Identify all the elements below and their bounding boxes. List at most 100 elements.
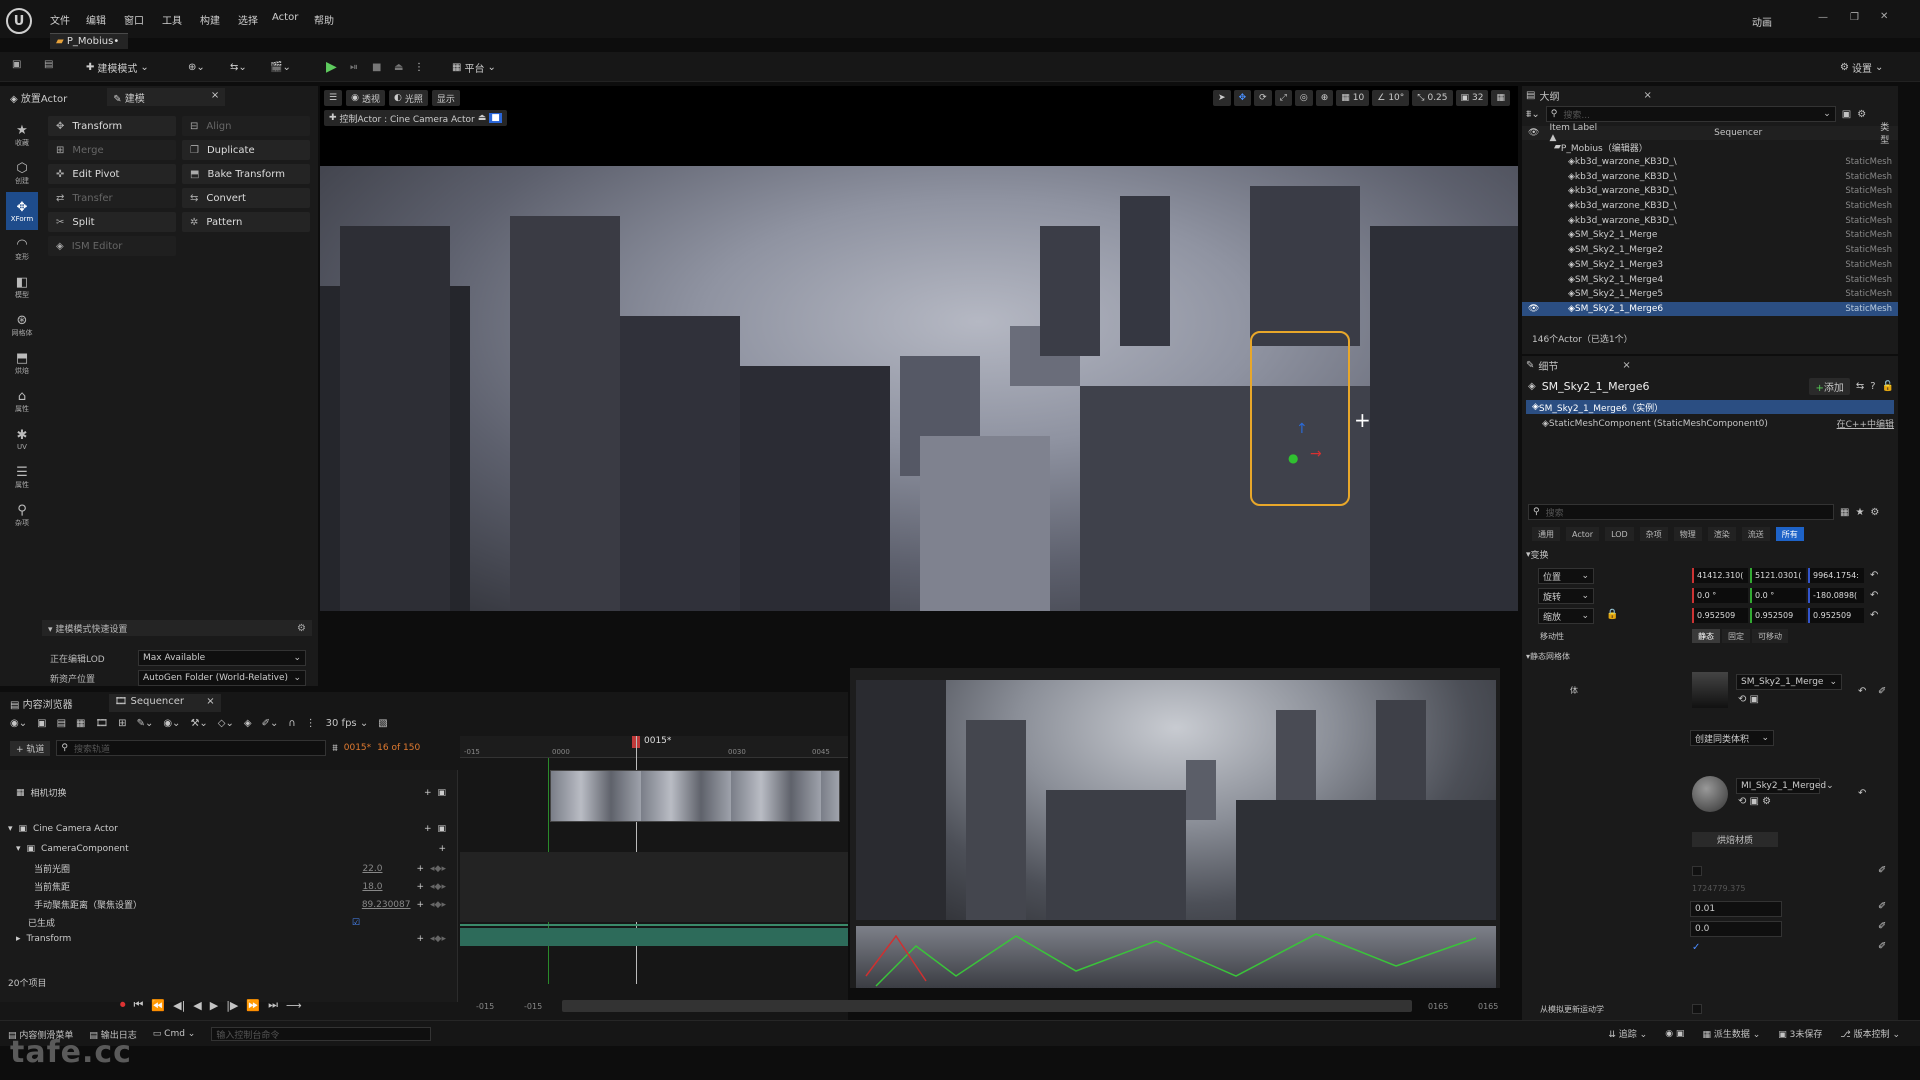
close-icon[interactable]: × bbox=[206, 696, 214, 707]
curve-icon[interactable]: ⊞ bbox=[118, 718, 126, 729]
blueprint-icon[interactable]: ⇆ bbox=[1856, 381, 1864, 392]
table-view-icon[interactable]: ▦ bbox=[1840, 507, 1849, 518]
lock-icon[interactable]: 🔒 bbox=[1606, 609, 1618, 620]
timeline-ruler[interactable]: -015 0000 0030 0045 0015* bbox=[460, 736, 848, 758]
gizmo-x-icon[interactable]: → bbox=[1310, 446, 1322, 462]
checkbox-checked-icon[interactable]: ✓ bbox=[1692, 942, 1700, 953]
stop-icon[interactable]: ■ bbox=[372, 58, 381, 76]
mode-model[interactable]: ◧ 模型 bbox=[6, 268, 38, 306]
scale-z-field[interactable]: 0.952509 bbox=[1808, 608, 1864, 623]
save-icon[interactable]: ▣ bbox=[12, 59, 21, 70]
table-row[interactable]: ◈ SM_Sky2_1_Merge3 StaticMesh bbox=[1522, 258, 1898, 273]
track-search-input[interactable]: ⚲ 搜索轨道 bbox=[56, 740, 327, 756]
film-icon[interactable]: 🎞 bbox=[95, 718, 108, 729]
transform-tool[interactable]: ✥ Transform bbox=[48, 116, 176, 136]
mobility-static[interactable]: 静态 bbox=[1692, 629, 1720, 643]
range-view-end[interactable]: 0165 bbox=[1428, 1002, 1448, 1011]
actor-name[interactable]: SM_Sky2_1_Merge6 bbox=[1542, 380, 1804, 393]
viewport-menu-icon[interactable]: ☰ bbox=[324, 90, 343, 106]
menu-actor[interactable]: Actor bbox=[272, 12, 298, 23]
animation-label[interactable]: 动画 bbox=[1752, 14, 1772, 29]
static-mesh-dropdown[interactable]: SM_Sky2_1_Merge ⌄ bbox=[1736, 674, 1842, 690]
scale-dropdown[interactable]: 缩放 ⌄ bbox=[1538, 608, 1594, 624]
numeric-field[interactable]: 0.01 bbox=[1690, 901, 1782, 917]
table-row[interactable]: ◈ SM_Sky2_1_Merge4 StaticMesh bbox=[1522, 272, 1898, 287]
numeric-field[interactable]: 0.0 bbox=[1690, 921, 1782, 937]
camera-speed[interactable]: ▣ 32 bbox=[1455, 90, 1489, 106]
magnet-icon[interactable]: ∩ bbox=[288, 718, 295, 729]
menu-file[interactable]: 文件 bbox=[50, 12, 70, 27]
unreal-logo-icon[interactable]: U bbox=[6, 8, 32, 34]
checkbox[interactable] bbox=[1692, 866, 1702, 876]
blueprint-icon[interactable]: ⇆⌄ bbox=[230, 58, 247, 76]
details-tab[interactable]: ✎ 细节 × bbox=[1526, 358, 1631, 373]
tab-modeling[interactable]: ✎ 建模 × bbox=[107, 88, 226, 106]
mobility-movable[interactable]: 可移动 bbox=[1752, 629, 1788, 643]
timeline-scrollbar[interactable] bbox=[562, 1000, 1412, 1012]
focus-distance-track[interactable]: 手动聚焦距离（聚焦设置） 89.230087 + ◂◆▸ bbox=[34, 898, 446, 912]
key-diamond-icon[interactable]: ◇⌄ bbox=[218, 718, 234, 729]
world-icon[interactable]: ◉⌄ bbox=[10, 718, 27, 729]
reset-icon[interactable]: ↶ bbox=[1858, 686, 1866, 697]
pin-icon[interactable]: ✐ bbox=[1878, 941, 1886, 952]
keyframe-nav-icon[interactable]: ◂◆▸ bbox=[430, 934, 446, 944]
tree-root[interactable]: ▰ P_Mobius（编辑器） bbox=[1522, 140, 1898, 155]
category-misc[interactable]: 杂项 bbox=[1639, 527, 1668, 541]
align-tool[interactable]: ⊟ Align bbox=[182, 116, 310, 136]
browse-icon[interactable]: ⟲ ▣ ⚙ bbox=[1738, 796, 1771, 807]
mode-xform[interactable]: ✥ XForm bbox=[6, 192, 38, 230]
property-track-area[interactable] bbox=[460, 852, 848, 922]
menu-help[interactable]: 帮助 bbox=[314, 12, 334, 27]
table-row[interactable]: ◈ kb3d_warzone_KB3D_\ StaticMesh bbox=[1522, 199, 1898, 214]
brush-icon[interactable]: ✐⌄ bbox=[262, 718, 279, 729]
mode-misc[interactable]: ⚲ 杂项 bbox=[6, 496, 38, 534]
ism-editor-tool[interactable]: ◈ ISM Editor bbox=[48, 236, 176, 256]
location-x-field[interactable]: 41412.310( bbox=[1692, 568, 1748, 583]
component-instance-row[interactable]: ◈ SM_Sky2_1_Merge6（实例） bbox=[1526, 400, 1894, 414]
render-icon[interactable]: ▦ bbox=[76, 718, 85, 729]
tab-place-actor[interactable]: ◈ 放置Actor bbox=[4, 88, 73, 106]
range-view-start[interactable]: -015 bbox=[524, 1002, 542, 1011]
scale-icon[interactable]: ⤢ bbox=[1274, 90, 1292, 106]
eject-icon[interactable]: ⏏ bbox=[394, 58, 403, 76]
next-frame-icon[interactable]: |▶ bbox=[226, 999, 238, 1012]
outliner-tab[interactable]: ▤ 大纲 × bbox=[1526, 88, 1898, 103]
add-track-button[interactable]: + 轨道 bbox=[10, 740, 51, 756]
next-key-icon[interactable]: ⏩ bbox=[246, 999, 260, 1012]
range-start[interactable]: -015 bbox=[476, 1002, 494, 1011]
reset-icon[interactable]: ↶ bbox=[1858, 788, 1866, 799]
scale-snap[interactable]: ⤡ 0.25 bbox=[1412, 90, 1453, 106]
pattern-tool[interactable]: ✲ Pattern bbox=[182, 212, 310, 232]
static-mesh-section-header[interactable]: ▾ 静态网格体 bbox=[1526, 651, 1570, 662]
more-icon[interactable]: ⋮ bbox=[306, 718, 316, 729]
help-icon[interactable]: ? bbox=[1870, 381, 1875, 392]
property-value[interactable]: 89.230087 bbox=[362, 900, 411, 910]
edit-cpp-link[interactable]: 在C++中编辑 bbox=[1837, 417, 1894, 430]
transform-track-bar[interactable] bbox=[460, 928, 848, 946]
loop-icon[interactable]: ⟶ bbox=[286, 999, 302, 1012]
add-actor-icon[interactable]: ⊕⌄ bbox=[188, 58, 205, 76]
viewport-scene-render[interactable]: ↑ → ● + bbox=[320, 166, 1518, 611]
menu-select[interactable]: 选择 bbox=[238, 12, 258, 27]
lock-icon[interactable]: 🔓 bbox=[1882, 381, 1894, 392]
plus-icon[interactable]: + bbox=[416, 900, 424, 910]
play-icon[interactable]: ▶ bbox=[210, 999, 218, 1012]
unsaved-button[interactable]: ▣ 3未保存 bbox=[1778, 1027, 1822, 1040]
play-options-icon[interactable]: ⚒⌄ bbox=[190, 718, 207, 729]
menu-build[interactable]: 构建 bbox=[200, 12, 220, 27]
rotation-z-field[interactable]: -180.0898( bbox=[1808, 588, 1864, 603]
platform-dropdown[interactable]: ▦ 平台 ⌄ bbox=[452, 58, 496, 76]
console-input[interactable]: 输入控制台命令 bbox=[211, 1027, 432, 1041]
filter-icon[interactable]: ⩩⌄ bbox=[1526, 109, 1540, 120]
camera-cut-thumbnails[interactable] bbox=[550, 770, 840, 822]
close-icon[interactable]: ✕ bbox=[1880, 11, 1888, 22]
location-y-field[interactable]: 5121.0301( bbox=[1750, 568, 1806, 583]
trace-button[interactable]: ⇊ 追踪 ⌄ bbox=[1608, 1027, 1647, 1040]
details-search-input[interactable]: ⚲ 搜索 bbox=[1528, 504, 1834, 520]
merge-tool[interactable]: ⊞ Merge bbox=[48, 140, 176, 160]
camera-component-track[interactable]: ▾ ▣ CameraComponent + bbox=[16, 844, 446, 854]
minimize-icon[interactable]: — bbox=[1818, 12, 1828, 23]
select-icon[interactable]: ➤ bbox=[1213, 90, 1231, 106]
gizmo-y-icon[interactable]: ● bbox=[1288, 451, 1298, 465]
transfer-tool[interactable]: ⇄ Transfer bbox=[48, 188, 176, 208]
